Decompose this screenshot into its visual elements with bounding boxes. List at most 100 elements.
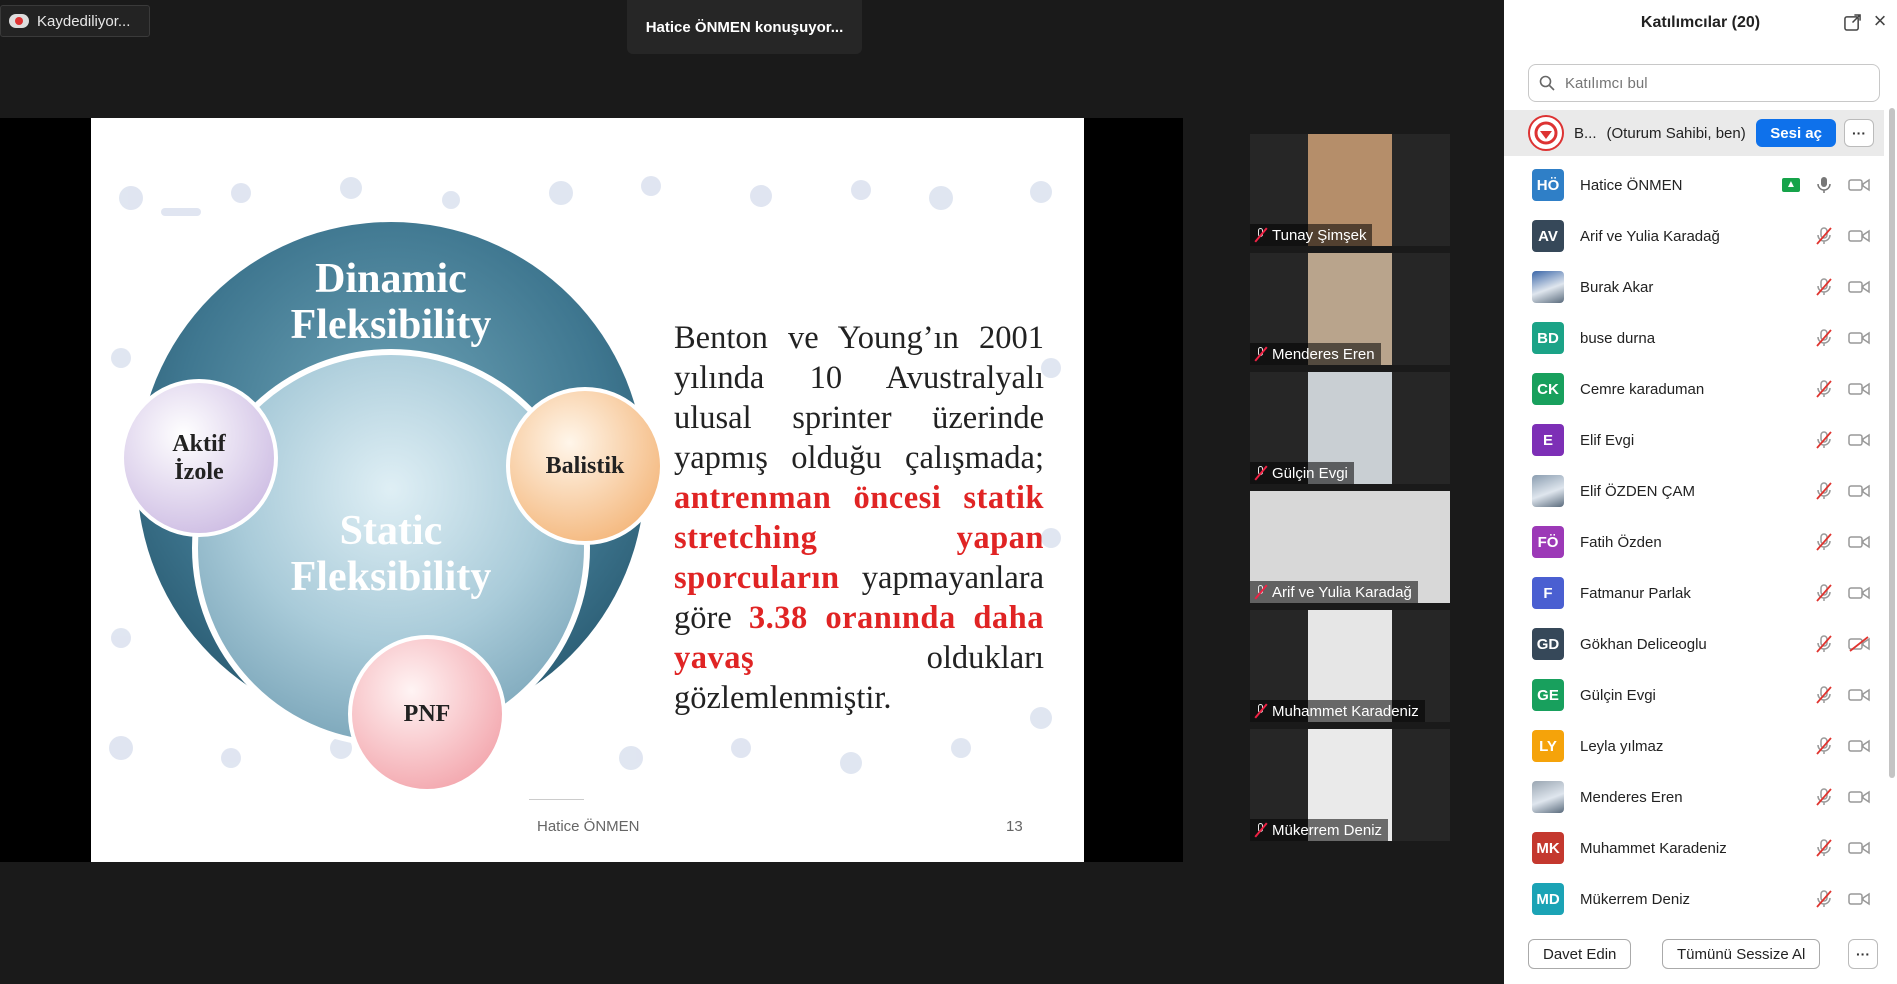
highlighted-text: stretching yapan (674, 520, 1044, 556)
avatar: GD (1532, 628, 1564, 660)
host-row[interactable]: B... (Oturum Sahibi, ben) Sesi aç ··· (1504, 110, 1884, 156)
scrollbar[interactable] (1889, 108, 1895, 778)
participant-row[interactable]: LY Leyla yılmaz (1504, 724, 1884, 768)
participant-row[interactable]: HÖ Hatice ÖNMEN ▲ (1504, 163, 1884, 207)
participant-row[interactable]: MK Muhammet Karadeniz (1504, 826, 1884, 870)
participant-name: Menderes Eren (1580, 788, 1683, 806)
video-participant-name: Mükerrem Deniz (1272, 821, 1383, 839)
participant-name: Hatice ÖNMEN (1580, 176, 1683, 194)
search-input[interactable] (1563, 73, 1867, 93)
host-avatar (1528, 115, 1564, 151)
popout-icon[interactable] (1844, 14, 1861, 31)
static-label-line2: Fleksibility (290, 554, 492, 600)
participant-status-icons (1814, 685, 1870, 705)
participant-status-icons (1814, 328, 1870, 348)
slide-text-line: yapmış olduğu çalışmada; (674, 438, 1044, 478)
camera-off-icon (1848, 636, 1870, 652)
mic-muted-icon (1814, 787, 1834, 807)
participant-row[interactable]: Elif ÖZDEN ÇAM (1504, 469, 1884, 513)
participant-search[interactable] (1528, 64, 1880, 102)
participant-status-icons (1814, 430, 1870, 450)
camera-icon (1848, 534, 1870, 550)
host-more-button[interactable]: ··· (1844, 119, 1874, 147)
participant-row[interactable]: Burak Akar (1504, 265, 1884, 309)
static-label: Static Fleksibility (251, 508, 531, 600)
video-tile[interactable]: Mükerrem Deniz (1250, 729, 1450, 841)
body-text: gözlemlenmiştir. (674, 680, 892, 716)
participant-name: buse durna (1580, 329, 1656, 347)
mic-muted-icon (1254, 704, 1268, 718)
mic-muted-icon (1254, 228, 1268, 242)
video-participant-name: Menderes Eren (1272, 345, 1375, 363)
mic-muted-icon (1254, 823, 1268, 837)
highlighted-text: 3.38 oranında daha (748, 600, 1044, 636)
video-tile[interactable]: Tunay Şimşek (1250, 134, 1450, 246)
static-label-line1: Static (339, 508, 443, 554)
avatar (1532, 271, 1564, 303)
participant-name: Burak Akar (1580, 278, 1654, 296)
video-tile[interactable]: Arif ve Yulia Karadağ (1250, 491, 1450, 603)
avatar: FÖ (1532, 526, 1564, 558)
mute-all-button[interactable]: Tümünü Sessize Al (1662, 939, 1821, 969)
camera-icon (1848, 432, 1870, 448)
close-icon[interactable]: × (1871, 10, 1889, 32)
body-text: Benton ve Young’ın 2001 (674, 320, 1044, 356)
video-tile[interactable]: Menderes Eren (1250, 253, 1450, 365)
participant-row[interactable]: BD buse durna (1504, 316, 1884, 360)
active-speaker-label: Hatice ÖNMEN konuşuyor... (645, 18, 844, 36)
body-text: yılında 10 Avustralyalı (674, 360, 1044, 396)
recording-label: Kaydediliyor... (37, 12, 131, 30)
avatar: MK (1532, 832, 1564, 864)
slide-text-line: yılında 10 Avustralyalı (674, 358, 1044, 398)
participant-row[interactable]: GD Gökhan Deliceoglu (1504, 622, 1884, 666)
panel-more-button[interactable]: ··· (1848, 939, 1878, 969)
participant-row[interactable]: E Elif Evgi (1504, 418, 1884, 462)
camera-icon (1848, 687, 1870, 703)
unmute-button[interactable]: Sesi aç (1756, 119, 1836, 147)
mic-muted-icon (1814, 736, 1834, 756)
aktif-izole-label: Aktif İzole (141, 430, 257, 486)
participant-status-icons (1814, 583, 1870, 603)
mic-muted-icon (1814, 328, 1834, 348)
participant-row[interactable]: FÖ Fatih Özden (1504, 520, 1884, 564)
participant-name: Fatih Özden (1580, 533, 1662, 551)
video-tile[interactable]: Muhammet Karadeniz (1250, 610, 1450, 722)
camera-icon (1848, 177, 1870, 193)
mic-muted-icon (1814, 685, 1834, 705)
avatar: E (1532, 424, 1564, 456)
participant-row[interactable]: CK Cemre karaduman (1504, 367, 1884, 411)
slide-text-line: göre 3.38 oranında daha (674, 598, 1044, 638)
slide-text-line: Benton ve Young’ın 2001 (674, 318, 1044, 358)
participant-row[interactable]: F Fatmanur Parlak (1504, 571, 1884, 615)
participant-status-icons (1814, 277, 1870, 297)
participant-name: Arif ve Yulia Karadağ (1580, 227, 1720, 245)
recording-indicator[interactable]: Kaydediliyor... (0, 5, 150, 37)
avatar: CK (1532, 373, 1564, 405)
footer-divider (529, 799, 584, 800)
participant-status-icons (1814, 226, 1870, 246)
participant-row[interactable]: GE Gülçin Evgi (1504, 673, 1884, 717)
participant-name: Fatmanur Parlak (1580, 584, 1691, 602)
participant-status-icons (1814, 736, 1870, 756)
mic-muted-icon (1814, 430, 1834, 450)
camera-icon (1848, 330, 1870, 346)
slide-body-text: Benton ve Young’ın 2001 yılında 10 Avustr… (674, 318, 1044, 718)
slide-page-number: 13 (1006, 818, 1023, 835)
camera-icon (1848, 585, 1870, 601)
camera-icon (1848, 840, 1870, 856)
invite-button[interactable]: Davet Edin (1528, 939, 1632, 969)
video-tile[interactable]: Gülçin Evgi (1250, 372, 1450, 484)
participant-row[interactable]: MD Mükerrem Deniz (1504, 877, 1884, 921)
mic-muted-icon (1814, 481, 1834, 501)
highlighted-text: antrenman öncesi statik (674, 480, 1044, 516)
presentation-slide: Dinamic Fleksibility Static Fleksibility… (91, 118, 1084, 862)
participant-row[interactable]: AV Arif ve Yulia Karadağ (1504, 214, 1884, 258)
mic-muted-icon (1814, 379, 1834, 399)
video-name-tag: Muhammet Karadeniz (1250, 700, 1425, 722)
slide-text-line: gözlemlenmiştir. (674, 678, 1044, 718)
izole-label: İzole (174, 459, 224, 485)
participant-row[interactable]: Menderes Eren (1504, 775, 1884, 819)
participant-name: Muhammet Karadeniz (1580, 839, 1727, 857)
active-speaker-banner: Hatice ÖNMEN konuşuyor... (627, 0, 862, 54)
avatar: HÖ (1532, 169, 1564, 201)
